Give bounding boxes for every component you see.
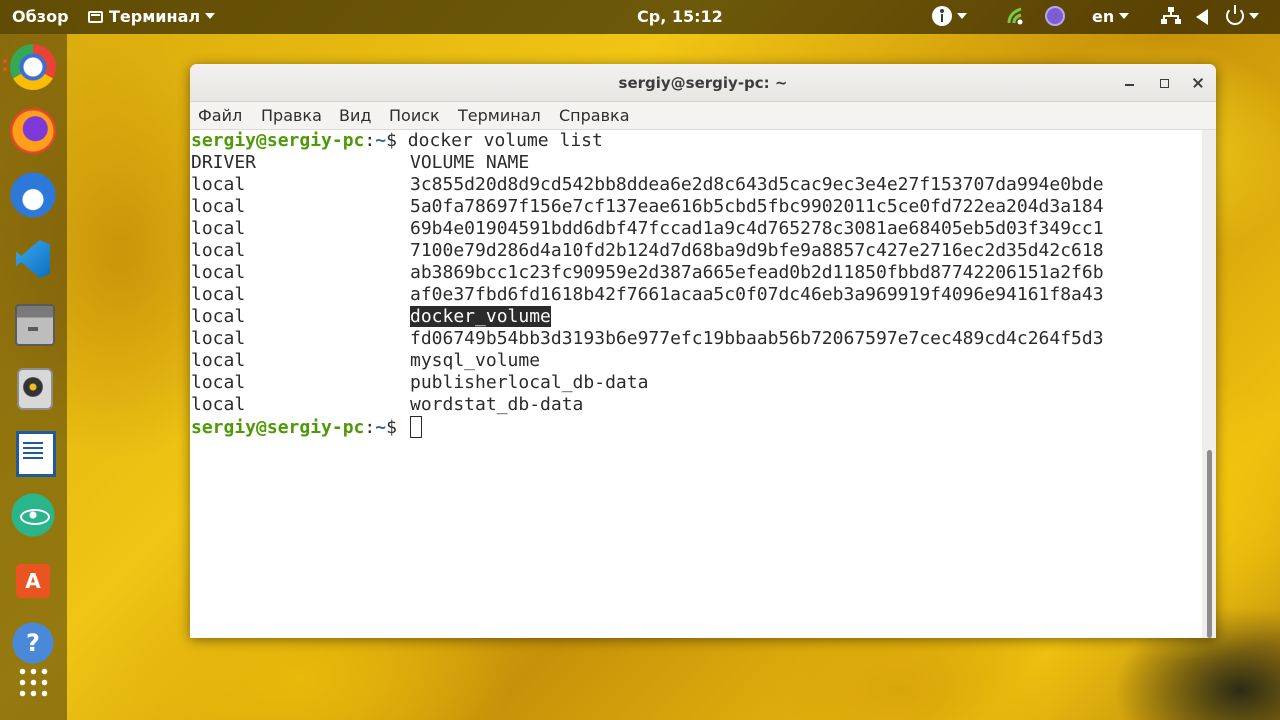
prompt-line: sergiy@sergiy-pc:~$ bbox=[191, 416, 422, 438]
network-icon bbox=[1007, 7, 1023, 25]
row-driver: local bbox=[191, 284, 246, 305]
title-bar[interactable]: sergiy@sergiy-pc: ~ bbox=[190, 64, 1216, 102]
viber-indicator[interactable] bbox=[1045, 0, 1065, 34]
row-volume-name: af0e37fbd6fd1618b42f7661acaa5c0f07dc46eb… bbox=[410, 284, 1104, 305]
chevron-down-icon bbox=[205, 13, 216, 19]
close-button[interactable] bbox=[1188, 73, 1208, 93]
clock[interactable]: Ср, 15:12 bbox=[637, 0, 723, 34]
row-driver: local bbox=[191, 196, 246, 217]
power-icon bbox=[1226, 5, 1244, 25]
window-title: sergiy@sergiy-pc: ~ bbox=[618, 74, 788, 92]
prompt-colon: : bbox=[364, 130, 376, 151]
row-volume-name: fd06749b54bb3d3193b6e977efc19bbaab56b720… bbox=[410, 328, 1104, 349]
viber-icon bbox=[1045, 6, 1065, 26]
wired-network-indicator[interactable] bbox=[1160, 0, 1182, 34]
header-volume-name: VOLUME NAME bbox=[410, 152, 530, 173]
language-switcher[interactable]: en bbox=[1092, 0, 1130, 34]
row-driver: local bbox=[191, 174, 246, 195]
volume-icon bbox=[1196, 9, 1208, 25]
terminal-icon bbox=[88, 11, 103, 23]
text-cursor bbox=[409, 416, 422, 438]
prompt-user: sergiy@sergiy-pc bbox=[191, 417, 365, 438]
volume-indicator[interactable] bbox=[1196, 0, 1208, 34]
activities-button[interactable]: Обзор bbox=[12, 0, 69, 34]
chevron-down-icon bbox=[1249, 13, 1259, 19]
running-indicator bbox=[3, 59, 7, 63]
row-volume-name-cell: docker_volume bbox=[410, 306, 551, 328]
menu-bar: Файл Правка Вид Поиск Терминал Справка bbox=[190, 102, 1216, 130]
row-volume-name: mysql_volume bbox=[410, 350, 541, 371]
prompt-user: sergiy@sergiy-pc bbox=[191, 130, 365, 151]
row-driver: local bbox=[191, 328, 246, 349]
selected-text[interactable]: docker_volume bbox=[410, 306, 551, 327]
rhythmbox-icon[interactable] bbox=[10, 364, 56, 410]
scrollbar-thumb[interactable] bbox=[1207, 450, 1212, 638]
command-text: docker volume list bbox=[407, 130, 603, 151]
app-menu-label: Терминал bbox=[109, 7, 201, 26]
row-volume-name: 7100e79d286d4a10fd2b124d7d68ba9d9bfe9a88… bbox=[410, 240, 1104, 261]
chevron-down-icon bbox=[1119, 13, 1130, 19]
maximize-button[interactable] bbox=[1154, 73, 1174, 93]
prompt-colon: : bbox=[364, 417, 376, 438]
row-volume-name: wordstat_db-data bbox=[410, 394, 584, 415]
prompt-dollar: $ bbox=[386, 417, 408, 438]
firefox-icon[interactable] bbox=[10, 108, 56, 154]
top-bar: Обзор Терминал Ср, 15:12 en bbox=[0, 0, 1280, 34]
network-indicator[interactable] bbox=[1005, 0, 1027, 34]
header-driver: DRIVER bbox=[191, 152, 257, 173]
row-driver: local bbox=[191, 218, 246, 239]
thunderbird-icon[interactable] bbox=[10, 172, 56, 218]
row-volume-name: publisherlocal_db-data bbox=[410, 372, 649, 393]
row-volume-name: 3c855d20d8d9cd542bb8ddea6e2d8c643d5cac9e… bbox=[410, 174, 1104, 195]
files-icon[interactable] bbox=[10, 300, 56, 346]
menu-edit[interactable]: Правка bbox=[261, 102, 322, 130]
wired-network-icon bbox=[1161, 7, 1181, 24]
running-indicator bbox=[3, 67, 7, 71]
system-menu[interactable] bbox=[1226, 0, 1259, 34]
accessibility-icon bbox=[932, 6, 952, 26]
row-driver: local bbox=[191, 240, 246, 261]
menu-file[interactable]: Файл bbox=[198, 102, 242, 130]
help-icon[interactable] bbox=[10, 620, 56, 666]
app-grid-icon[interactable] bbox=[17, 666, 50, 699]
app-menu-button[interactable]: Терминал bbox=[88, 0, 216, 34]
menu-terminal[interactable]: Терминал bbox=[458, 102, 541, 130]
command-line: sergiy@sergiy-pc:~$ docker volume list bbox=[191, 130, 603, 152]
prompt-dollar: $ bbox=[386, 130, 408, 151]
row-volume-name: ab3869bcc1c23fc90959e2d387a665efead0b2d1… bbox=[410, 262, 1104, 283]
menu-view[interactable]: Вид bbox=[339, 102, 371, 130]
prompt-path: ~ bbox=[375, 130, 387, 151]
row-driver: local bbox=[191, 372, 246, 393]
row-volume-name: 69b4e01904591bdd6dbf47fccad1a9c4d765278c… bbox=[410, 218, 1104, 239]
writer-icon[interactable] bbox=[10, 428, 56, 477]
row-driver: local bbox=[191, 306, 246, 327]
row-volume-name: 5a0fa78697f156e7cf137eae616b5cbd5fbc9902… bbox=[410, 196, 1104, 217]
dock bbox=[0, 34, 67, 720]
language-label: en bbox=[1092, 7, 1115, 26]
terminal-window: sergiy@sergiy-pc: ~ Файл Правка Вид Поис… bbox=[190, 64, 1216, 638]
chevron-down-icon bbox=[957, 13, 967, 19]
vscode-icon[interactable] bbox=[10, 236, 56, 282]
minimize-button[interactable] bbox=[1120, 73, 1140, 93]
scrollbar[interactable] bbox=[1202, 130, 1216, 638]
atom-icon[interactable] bbox=[10, 492, 56, 538]
chrome-icon[interactable] bbox=[10, 44, 56, 90]
accessibility-menu[interactable] bbox=[932, 0, 967, 34]
row-driver: local bbox=[191, 350, 246, 371]
prompt-path: ~ bbox=[375, 417, 387, 438]
row-driver: local bbox=[191, 394, 246, 415]
terminal-output[interactable]: sergiy@sergiy-pc:~$ docker volume list D… bbox=[190, 130, 1202, 638]
row-driver: local bbox=[191, 262, 246, 283]
menu-help[interactable]: Справка bbox=[559, 102, 630, 130]
software-store-icon[interactable] bbox=[10, 556, 56, 602]
menu-search[interactable]: Поиск bbox=[389, 102, 440, 130]
